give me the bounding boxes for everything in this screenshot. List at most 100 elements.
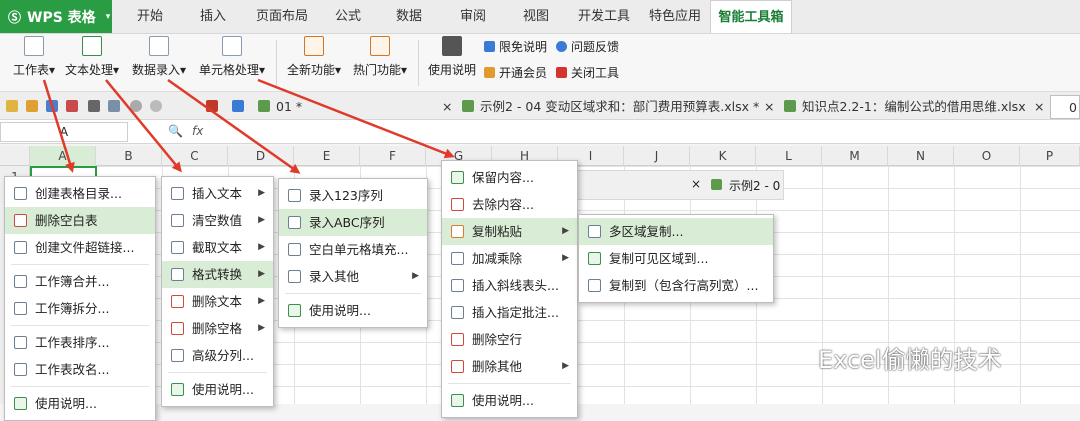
menu-item-advanced-split[interactable]: 高级分列...: [162, 342, 273, 369]
tab-formula[interactable]: 公式: [320, 0, 376, 33]
menu-item-copy-with-size[interactable]: 复制到（包含行高列宽）...: [579, 272, 773, 299]
menu-item-copy-paste[interactable]: 复制粘贴 ▶: [442, 218, 577, 245]
menu-item-insert-comment[interactable]: 插入指定批注...: [442, 299, 577, 326]
menu-item-delete-text[interactable]: 删除文本 ▶: [162, 288, 273, 315]
tab-close-icon[interactable]: ×: [1034, 95, 1044, 119]
cell-process-button[interactable]: 单元格处理▾: [194, 36, 270, 90]
letter-sequence-icon: [288, 216, 301, 229]
cube-icon[interactable]: [232, 100, 244, 112]
menu-item-sort-sheets[interactable]: 工作表排序...: [5, 329, 155, 356]
tab-review[interactable]: 审阅: [443, 0, 503, 33]
chevron-right-icon: ▶: [562, 361, 569, 371]
tab-developer[interactable]: 开发工具: [570, 0, 638, 33]
tab-close-icon[interactable]: ×: [691, 177, 701, 191]
menu-item-arithmetic[interactable]: 加减乘除 ▶: [442, 245, 577, 272]
column-header[interactable]: D: [228, 146, 294, 166]
menu-item-copy-visible-area[interactable]: 复制可见区域到...: [579, 245, 773, 272]
tab-smart-toolbox[interactable]: 智能工具箱: [710, 0, 792, 33]
tab-view[interactable]: 视图: [506, 0, 566, 33]
new-file-icon[interactable]: [6, 100, 18, 112]
data-entry-button[interactable]: 数据录入▾: [126, 36, 192, 90]
menu-item-usage-guide[interactable]: 使用说明...: [279, 297, 427, 324]
worksheet-button[interactable]: 工作表▾: [6, 36, 62, 90]
tab-insert[interactable]: 插入: [183, 0, 243, 33]
menu-item-label: 空白单元格填充...: [309, 242, 409, 257]
zoom-icon[interactable]: 🔍: [168, 124, 183, 138]
background-tab-label[interactable]: 示例2 - 0: [729, 177, 780, 194]
menu-item-delete-other[interactable]: 删除其他 ▶: [442, 353, 577, 380]
column-header[interactable]: M: [822, 146, 888, 166]
menu-item-delete-blank-rows[interactable]: 删除空行: [442, 326, 577, 353]
menu-item-enter-123-sequence[interactable]: 录入123序列: [279, 182, 427, 209]
remove-content-icon: [451, 198, 464, 211]
menu-item-delete-spaces[interactable]: 删除空格 ▶: [162, 315, 273, 342]
menu-item-rename-sheets[interactable]: 工作表改名...: [5, 356, 155, 383]
column-header[interactable]: O: [954, 146, 1020, 166]
tab-data[interactable]: 数据: [380, 0, 438, 33]
doc-title-01[interactable]: 01 *: [276, 95, 302, 119]
chevron-down-icon: ▾: [258, 63, 266, 77]
column-header[interactable]: C: [162, 146, 228, 166]
menu-item-enter-abc-sequence[interactable]: 录入ABC序列: [279, 209, 427, 236]
save-icon[interactable]: [46, 100, 58, 112]
entry-other-icon: [288, 270, 301, 283]
chevron-down-icon: ▾: [179, 63, 187, 77]
menu-item-label: 录入ABC序列: [309, 215, 385, 230]
preview-icon[interactable]: [108, 100, 120, 112]
menu-bar: Ⓢ WPS 表格 ▾ 开始 插入 页面布局 公式 数据 审阅 视图 开发工具 特…: [0, 0, 1080, 34]
menu-item-insert-diagonal-header[interactable]: 插入斜线表头...: [442, 272, 577, 299]
doc-tab-active[interactable]: 0: [1050, 95, 1080, 119]
tab-home[interactable]: 开始: [120, 0, 180, 33]
tab-page-layout[interactable]: 页面布局: [246, 0, 318, 33]
menu-item-clear-values[interactable]: 清空数值 ▶: [162, 207, 273, 234]
redo-icon[interactable]: [150, 100, 162, 112]
menu-item-fill-blank-cells[interactable]: 空白单元格填充...: [279, 236, 427, 263]
menu-item-insert-text[interactable]: 插入文本 ▶: [162, 180, 273, 207]
print-icon[interactable]: [88, 100, 100, 112]
text-process-button[interactable]: 文本处理▾: [60, 36, 124, 90]
menu-item-create-toc[interactable]: 创建表格目录...: [5, 180, 155, 207]
menu-item-split-workbook[interactable]: 工作簿拆分...: [5, 295, 155, 322]
select-all-corner[interactable]: [0, 146, 30, 166]
format-painter-icon[interactable]: [206, 100, 218, 112]
undo-icon[interactable]: [130, 100, 142, 112]
column-header[interactable]: B: [96, 146, 162, 166]
menu-item-multi-area-copy[interactable]: 多区域复制...: [579, 218, 773, 245]
column-header[interactable]: F: [360, 146, 426, 166]
menu-item-extract-text[interactable]: 截取文本 ▶: [162, 234, 273, 261]
menu-item-remove-content[interactable]: 去除内容...: [442, 191, 577, 218]
export-pdf-icon[interactable]: [66, 100, 78, 112]
fx-icon[interactable]: fx: [192, 124, 203, 138]
menu-item-format-convert[interactable]: 格式转换 ▶: [162, 261, 273, 288]
new-features-button[interactable]: 全新功能▾: [282, 36, 346, 90]
column-header[interactable]: N: [888, 146, 954, 166]
column-header[interactable]: P: [1020, 146, 1080, 166]
column-header[interactable]: K: [690, 146, 756, 166]
menu-item-keep-content[interactable]: 保留内容...: [442, 164, 577, 191]
menu-item-enter-other[interactable]: 录入其他 ▶: [279, 263, 427, 290]
menu-item-delete-blank-sheets[interactable]: 删除空白表: [5, 207, 155, 234]
menu-item-create-file-links[interactable]: 创建文件超链接...: [5, 234, 155, 261]
column-header[interactable]: L: [756, 146, 822, 166]
disclaimer-link[interactable]: 限免说明: [484, 38, 547, 55]
hot-features-button[interactable]: 热门功能▾: [348, 36, 412, 90]
feedback-link[interactable]: 问题反馈: [556, 38, 619, 55]
name-box[interactable]: A: [0, 122, 128, 142]
menu-item-usage-guide[interactable]: 使用说明...: [442, 387, 577, 414]
column-header[interactable]: J: [624, 146, 690, 166]
doc-tab-knowledge[interactable]: 知识点2.2-1：编制公式的借用思维.xlsx: [802, 95, 1026, 119]
menu-item-merge-workbooks[interactable]: 工作簿合并...: [5, 268, 155, 295]
column-header[interactable]: A: [30, 146, 96, 166]
menu-item-usage-guide[interactable]: 使用说明...: [162, 376, 273, 403]
tab-close-icon[interactable]: ×: [764, 95, 774, 119]
tab-special[interactable]: 特色应用: [640, 0, 710, 33]
column-header[interactable]: E: [294, 146, 360, 166]
open-folder-icon[interactable]: [26, 100, 38, 112]
app-logo-button[interactable]: Ⓢ WPS 表格 ▾: [0, 0, 112, 33]
menu-item-label: 工作表排序...: [35, 335, 110, 350]
doc-tab-example2[interactable]: 示例2 - 04 变动区域求和：部门费用预算表.xlsx *: [480, 95, 759, 119]
close-tool-link[interactable]: 关闭工具: [556, 64, 619, 81]
usage-guide-button[interactable]: 使用说明: [424, 36, 480, 90]
vip-link[interactable]: 开通会员: [484, 64, 547, 81]
tab-close-icon[interactable]: ×: [442, 95, 452, 119]
